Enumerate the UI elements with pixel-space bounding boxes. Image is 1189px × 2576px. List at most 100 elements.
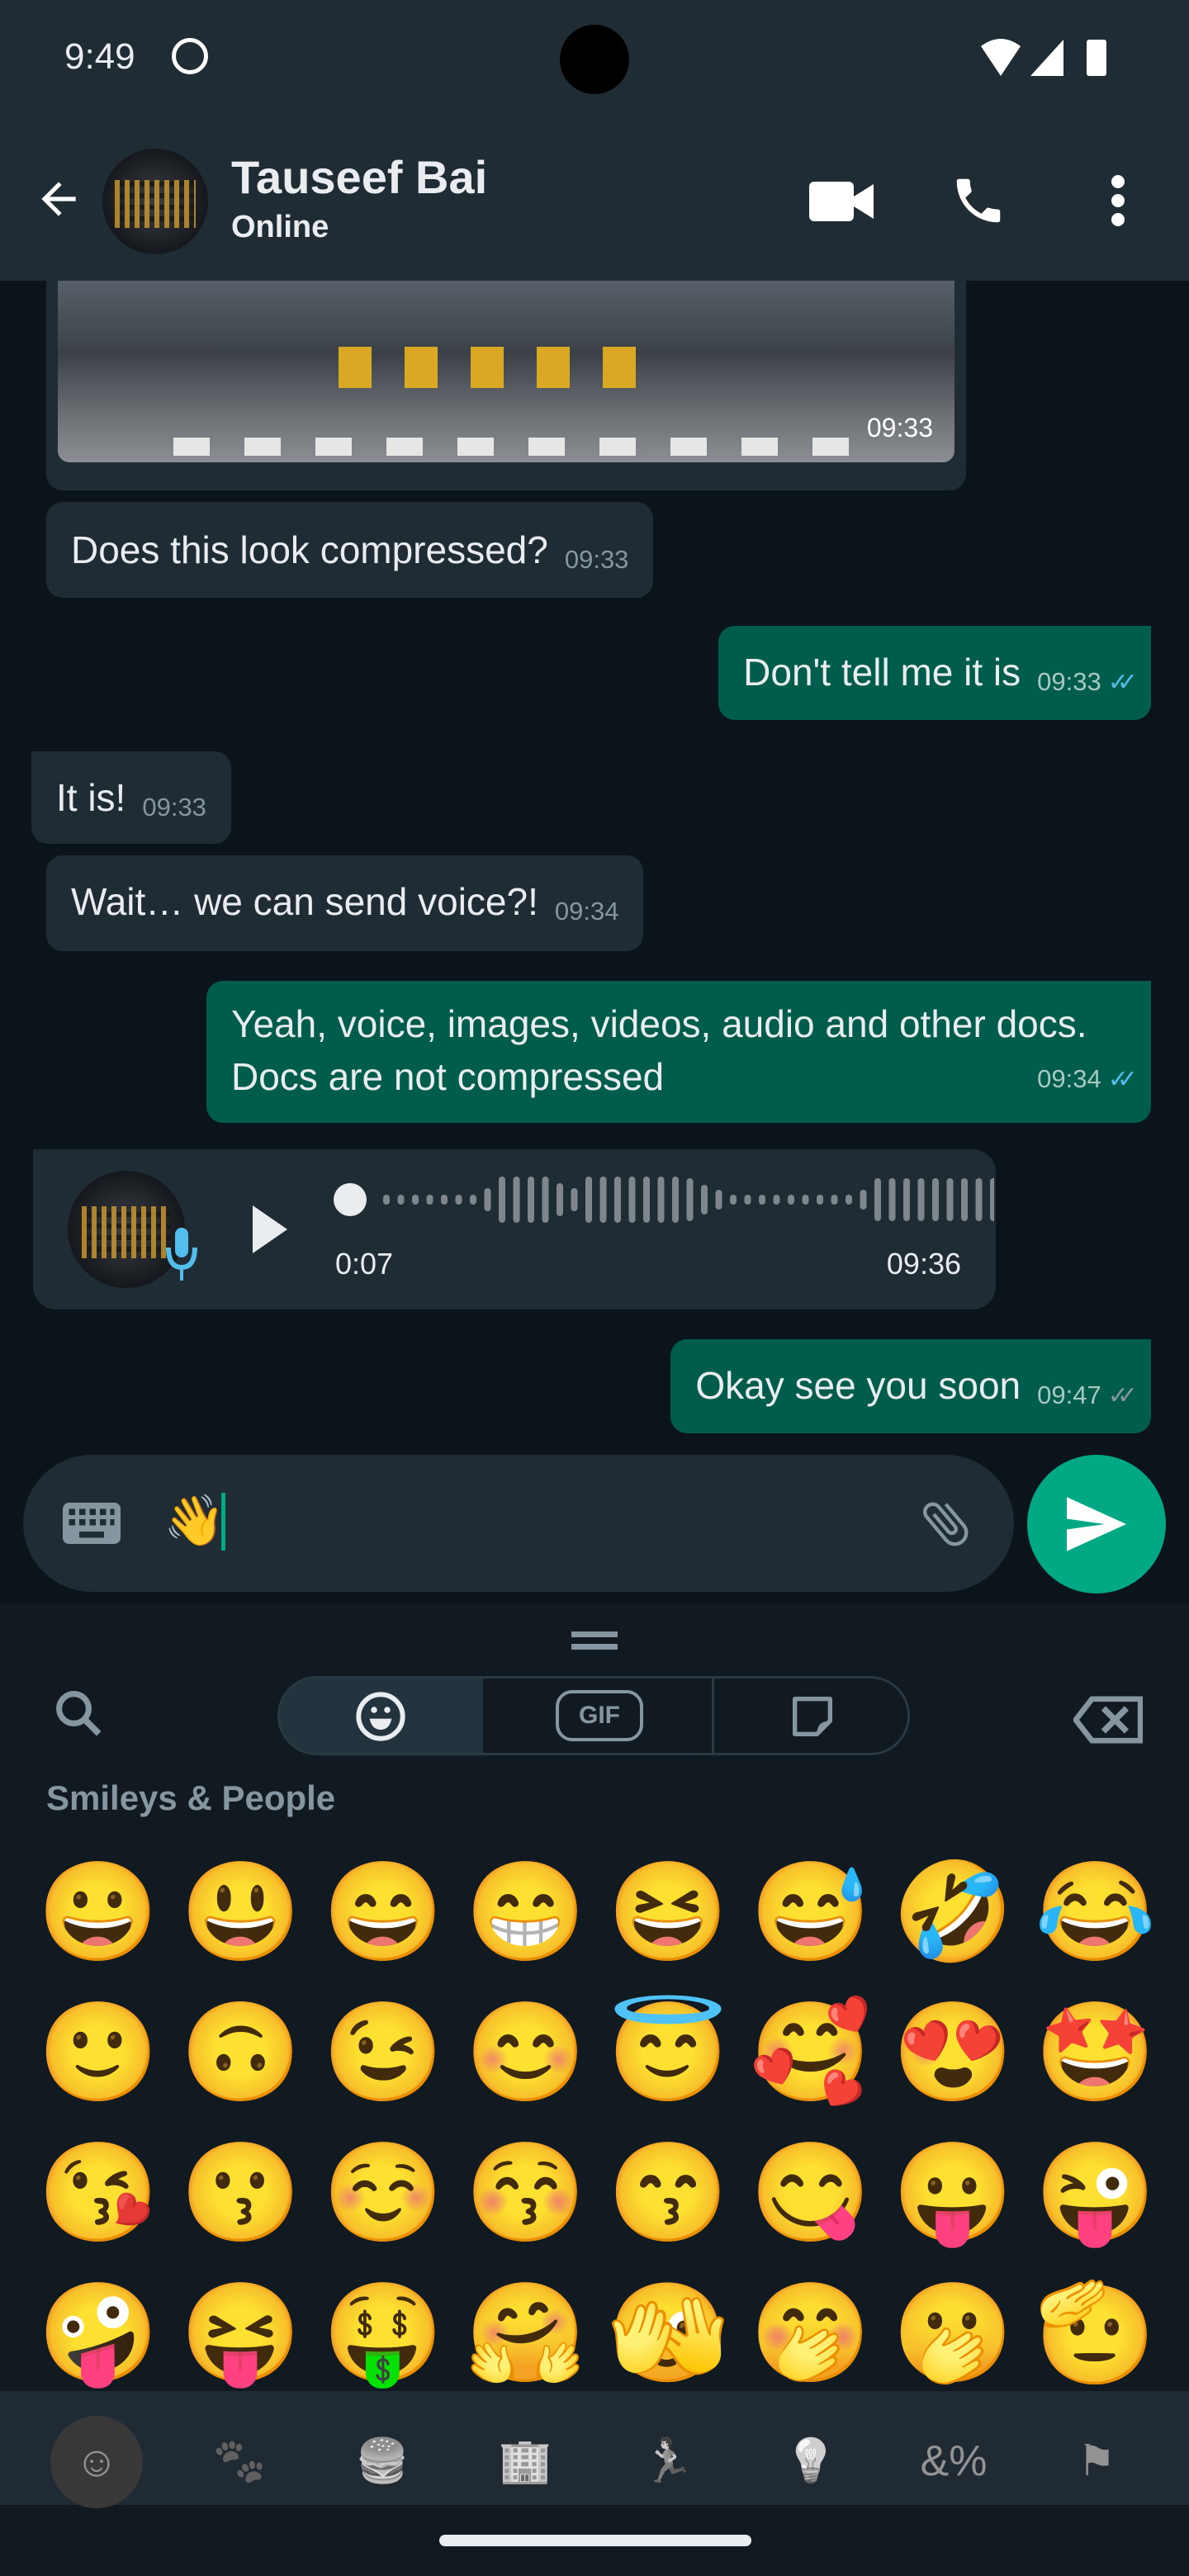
waveform-bar	[730, 1195, 737, 1205]
emoji-key[interactable]: 😉	[312, 1983, 454, 2122]
send-button[interactable]	[1027, 1455, 1166, 1593]
waveform-bar	[528, 1177, 534, 1223]
emoji-key[interactable]: 😂	[1025, 1843, 1167, 1982]
emoji-key[interactable]: 🤣	[882, 1843, 1024, 1982]
keyboard-tab-bar: GIF	[277, 1676, 910, 1755]
waveform-bar	[513, 1177, 520, 1223]
waveform-bar	[628, 1177, 636, 1223]
emoji-key[interactable]: 😝	[170, 2264, 312, 2391]
waveform-bar	[657, 1177, 665, 1223]
waveform-bar	[961, 1178, 968, 1221]
delivered-receipt-icon: ✓✓	[1107, 1382, 1138, 1409]
message-bubble-incoming[interactable]: Does this look compressed? 09:33	[46, 502, 654, 598]
waveform-bar	[990, 1178, 994, 1221]
image-message[interactable]: 09:33	[46, 281, 966, 490]
camera-cutout	[560, 25, 629, 94]
message-bubble-outgoing[interactable]: Don't tell me it is 09:33 ✓✓	[718, 626, 1151, 720]
seek-handle[interactable]	[334, 1183, 367, 1216]
category-food-icon[interactable]: 🍔	[345, 2424, 419, 2498]
waveform-bar	[412, 1195, 419, 1205]
emoji-key[interactable]: 🤭	[740, 2264, 882, 2391]
text-cursor	[221, 1493, 225, 1551]
emoji-key[interactable]: 😅	[740, 1843, 882, 1982]
emoji-key[interactable]: 🙂	[27, 1983, 169, 2122]
category-activities-icon[interactable]: 🏃	[631, 2424, 705, 2498]
voice-message[interactable]: 0:07 09:36	[33, 1149, 996, 1309]
emoji-key[interactable]: 🥰	[740, 1983, 882, 2122]
category-symbols-icon[interactable]: &%	[917, 2424, 991, 2498]
emoji-key[interactable]: 😄	[312, 1843, 454, 1982]
message-text: Don't tell me it is	[743, 651, 1021, 694]
back-arrow-icon[interactable]	[33, 173, 84, 225]
emoji-key[interactable]: 😀	[27, 1843, 169, 1982]
emoji-key[interactable]: 🙃	[170, 1983, 312, 2122]
message-bubble-incoming[interactable]: Wait… we can send voice?! 09:34	[46, 855, 644, 951]
waveform-bar	[686, 1178, 694, 1221]
category-smileys-icon[interactable]: ☺	[50, 2416, 143, 2508]
message-bubble-outgoing[interactable]: Yeah, voice, images, videos, audio and o…	[206, 981, 1151, 1123]
tab-emoji[interactable]	[280, 1679, 483, 1753]
message-text: Okay see you soon	[695, 1364, 1021, 1407]
voice-call-icon[interactable]	[950, 170, 1007, 231]
emoji-key[interactable]: 😚	[455, 2124, 597, 2262]
emoji-key[interactable]: 🤑	[312, 2264, 454, 2391]
message-time: 09:33	[564, 545, 629, 574]
emoji-key[interactable]: 🤪	[27, 2264, 169, 2391]
emoji-key[interactable]: 😆	[597, 1843, 739, 1982]
message-bubble-outgoing[interactable]: Okay see you soon 09:47 ✓✓	[670, 1339, 1151, 1433]
waveform-bar	[802, 1195, 809, 1205]
audio-waveform[interactable]	[334, 1171, 994, 1229]
emoji-key[interactable]: ☺️	[312, 2124, 454, 2262]
emoji-key[interactable]: 🫢	[882, 2264, 1024, 2391]
play-icon[interactable]	[251, 1204, 289, 1255]
message-time: 09:33	[1037, 667, 1101, 696]
emoji-key[interactable]: 🫣	[597, 2264, 739, 2391]
waveform-bar	[614, 1177, 621, 1223]
emoji-key[interactable]: 😙	[597, 2124, 739, 2262]
emoji-key[interactable]: 😗	[170, 2124, 312, 2262]
emoji-key[interactable]: 🤗	[455, 2264, 597, 2391]
message-text: Yeah, voice, images, videos, audio and o…	[231, 1002, 1087, 1098]
emoji-key[interactable]: 🤩	[1025, 1983, 1167, 2122]
waveform-bar	[383, 1195, 390, 1205]
message-time: 09:34	[554, 897, 619, 926]
emoji-key[interactable]: 😜	[1025, 2124, 1167, 2262]
emoji-key[interactable]: 😃	[170, 1843, 312, 1982]
attach-icon[interactable]	[917, 1494, 974, 1552]
message-bubble-incoming[interactable]: It is! 09:33	[31, 751, 231, 844]
more-options-icon[interactable]	[1106, 173, 1130, 228]
navigation-handle[interactable]	[439, 2535, 751, 2546]
backspace-icon[interactable]	[1073, 1696, 1143, 1744]
emoji-key[interactable]: 😋	[740, 2124, 882, 2262]
drag-handle[interactable]	[571, 1631, 618, 1650]
message-composer[interactable]: 👋	[23, 1455, 1014, 1592]
search-icon[interactable]	[51, 1686, 106, 1740]
waveform-bar	[903, 1178, 910, 1221]
category-flags-icon[interactable]: ⚑	[1059, 2424, 1134, 2498]
tab-gif[interactable]: GIF	[483, 1679, 714, 1753]
status-time: 9:49	[64, 36, 135, 77]
emoji-key[interactable]: 😊	[455, 1983, 597, 2122]
keyboard-icon[interactable]	[63, 1503, 121, 1544]
message-time: 09:36	[886, 1247, 961, 1281]
contact-avatar[interactable]	[102, 149, 208, 254]
emoji-key[interactable]: 😛	[882, 2124, 1024, 2262]
emoji-key[interactable]: 😁	[455, 1843, 597, 1982]
chat-area[interactable]: 09:33 Does this look compressed? 09:33 Do…	[0, 281, 1189, 1603]
category-animals-icon[interactable]: 🐾	[202, 2424, 277, 2498]
message-text: Wait… we can send voice?!	[71, 880, 538, 923]
contact-name[interactable]: Tauseef Bai	[231, 150, 487, 204]
waveform-bar	[701, 1185, 708, 1215]
message-input[interactable]: 👋	[163, 1488, 225, 1554]
emoji-key[interactable]: 🫡	[1025, 2264, 1167, 2391]
emoji-key[interactable]: 😘	[27, 2124, 169, 2262]
category-objects-icon[interactable]: 💡	[774, 2424, 848, 2498]
category-travel-icon[interactable]: 🏢	[488, 2424, 562, 2498]
tab-stickers[interactable]	[717, 1679, 907, 1753]
waveform-bar	[744, 1195, 751, 1205]
emoji-key[interactable]: 😇	[597, 1983, 739, 2122]
street-photo[interactable]	[58, 281, 955, 462]
video-call-icon[interactable]	[809, 177, 874, 226]
emoji-key[interactable]: 😍	[882, 1983, 1024, 2122]
sticker-icon	[793, 1697, 832, 1736]
